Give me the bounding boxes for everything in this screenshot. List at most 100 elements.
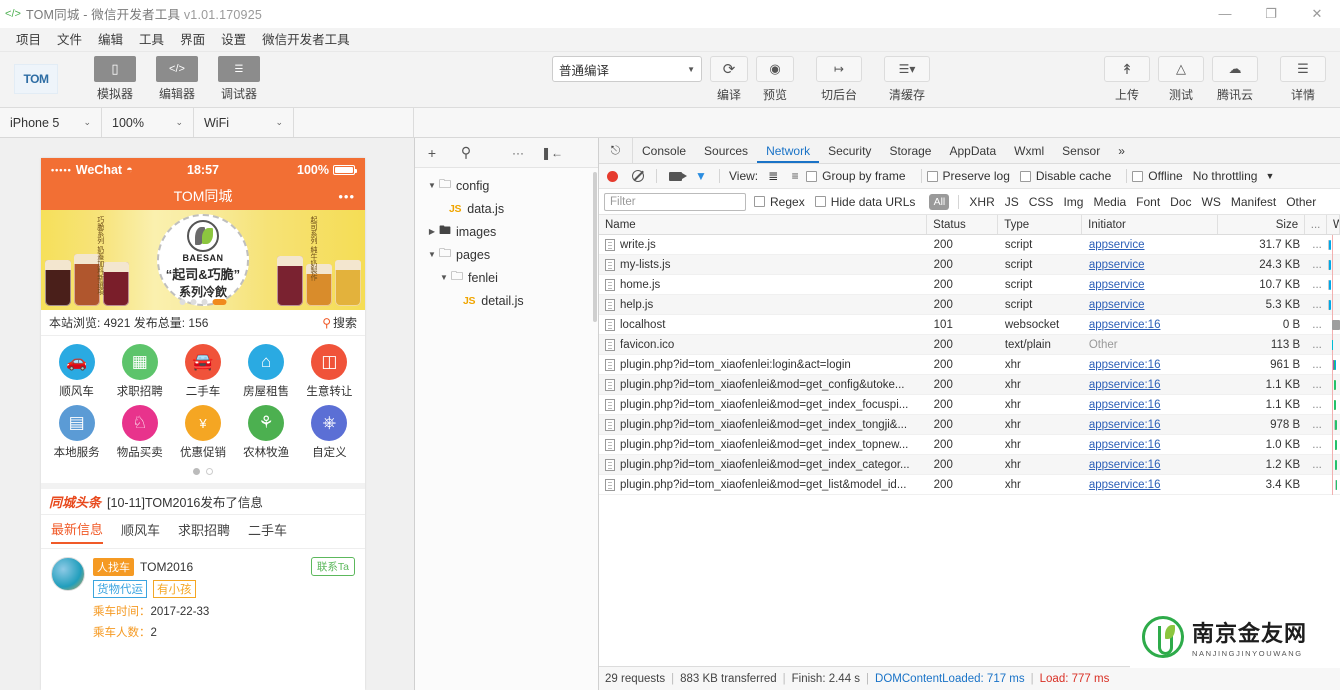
initiator-link[interactable]: appservice [1089,299,1145,311]
clear-cache-button[interactable]: ☰▾ 清缓存 [884,56,930,103]
debugger-toggle-button[interactable]: ☰ 调试器 [216,56,262,102]
simulator-toggle-button[interactable]: ▯ 模拟器 [92,56,138,102]
initiator-link[interactable]: appservice:16 [1089,419,1161,431]
initiator-link[interactable]: appservice:16 [1089,319,1161,331]
chevron-down-icon[interactable]: ▼ [437,273,451,282]
zoom-select[interactable]: 100% ⌄ [102,108,194,137]
filter-type-doc[interactable]: Doc [1165,195,1196,209]
maximize-icon[interactable]: ❐ [1248,0,1294,28]
initiator-link[interactable]: appservice:16 [1089,399,1161,411]
category-nonglinmuyu[interactable]: ⚘ 农林牧渔 [235,405,298,460]
table-row[interactable]: my-lists.js200scriptappservice24.3 KB... [599,255,1340,275]
table-row[interactable]: write.js200scriptappservice31.7 KB... [599,235,1340,255]
table-row[interactable]: plugin.php?id=tom_xiaofenlei&mod=get_con… [599,375,1340,395]
filter-type-css[interactable]: CSS [1024,195,1059,209]
chevron-down-icon[interactable]: ▼ [1265,171,1274,181]
throttling-select[interactable]: No throttling [1193,169,1258,183]
tab-shunfengche[interactable]: 顺风车 [121,520,160,543]
camera-icon[interactable] [662,172,688,181]
chevron-down-icon[interactable]: ▼ [425,181,439,190]
menu-item-interface[interactable]: 界面 [172,28,213,52]
menu-item-devtools[interactable]: 微信开发者工具 [254,28,358,52]
network-table-body[interactable]: write.js200scriptappservice31.7 KB...my-… [599,235,1340,666]
headline-bar[interactable]: 同城头条 [10-11]TOM2016发布了信息 [41,483,365,515]
preserve-log-checkbox[interactable] [927,171,938,182]
category-bendifuwu[interactable]: ▤ 本地服务 [45,405,108,460]
tree-node-data-js[interactable]: JS data.js [415,197,598,220]
table-row[interactable]: plugin.php?id=tom_xiaofenlei&mod=get_ind… [599,435,1340,455]
tree-node-detail-js[interactable]: JS detail.js [415,289,598,312]
clear-icon[interactable] [625,170,651,182]
menu-item-project[interactable]: 项目 [8,28,49,52]
initiator-link[interactable]: appservice:16 [1089,439,1161,451]
initiator-link[interactable]: appservice:16 [1089,479,1161,491]
tab-console[interactable]: Console [633,138,695,163]
initiator-link[interactable]: appservice [1089,279,1145,291]
column-header-size[interactable]: Size [1218,215,1305,234]
initiator-link[interactable]: appservice:16 [1089,379,1161,391]
category-wupinmaimai[interactable]: ♘ 物品买卖 [108,405,171,460]
close-icon[interactable]: ✕ [1294,0,1340,28]
table-row[interactable]: help.js200scriptappservice5.3 KB... [599,295,1340,315]
regex-checkbox[interactable] [754,196,765,207]
menu-item-tools[interactable]: 工具 [131,28,172,52]
category-shengyizhuanrang[interactable]: ◫ 生意转让 [298,344,361,399]
menu-item-file[interactable]: 文件 [49,28,90,52]
category-youhuicuxiao[interactable]: ¥ 优惠促销 [171,405,234,460]
tab-qiuzhizhaopin[interactable]: 求职招聘 [178,520,230,543]
contact-button[interactable]: 联系Ta [311,557,355,576]
tree-node-pages[interactable]: ▼ 🗀 pages [415,243,598,266]
tab-sources[interactable]: Sources [695,138,757,163]
preview-button[interactable]: ◉ 预览 [756,56,794,103]
filter-type-js[interactable]: JS [1000,195,1024,209]
tree-node-fenlei[interactable]: ▼ 🗀 fenlei [415,266,598,289]
table-row[interactable]: favicon.ico200text/plainOther113 B... [599,335,1340,355]
upload-button[interactable]: ↟ 上传 [1104,56,1150,103]
table-row[interactable]: localhost101websocketappservice:160 B... [599,315,1340,335]
record-button[interactable] [599,171,625,182]
category-qiuzhizhaopin[interactable]: ▦ 求职招聘 [108,344,171,399]
filter-type-other[interactable]: Other [1281,195,1321,209]
tab-ershouche[interactable]: 二手车 [248,520,287,543]
column-header-name[interactable]: Name [599,215,927,234]
table-row[interactable]: home.js200scriptappservice10.7 KB... [599,275,1340,295]
chevron-down-icon[interactable]: ▼ [425,250,439,259]
chevron-right-icon[interactable]: ▶ [425,227,439,236]
more-icon[interactable]: ••• [338,189,355,204]
table-row[interactable]: plugin.php?id=tom_xiaofenlei:login&act=l… [599,355,1340,375]
plus-icon[interactable]: + [415,145,449,161]
column-header-status[interactable]: Status [927,215,998,234]
category-zidingyi[interactable]: ⎈ 自定义 [298,405,361,460]
details-button[interactable]: ☰ 详情 [1280,56,1326,103]
device-select[interactable]: iPhone 5 ⌄ [0,108,102,137]
menu-item-edit[interactable]: 编辑 [90,28,131,52]
compile-button[interactable]: ⟳ 编译 [710,56,748,103]
tab-appdata[interactable]: AppData [940,138,1005,163]
tab-wxml[interactable]: Wxml [1005,138,1053,163]
minimize-icon[interactable]: — [1202,0,1248,28]
editor-toggle-button[interactable]: </> 编辑器 [154,56,200,102]
table-row[interactable]: plugin.php?id=tom_xiaofenlei&mod=get_ind… [599,395,1340,415]
tab-storage[interactable]: Storage [880,138,940,163]
filter-type-img[interactable]: Img [1058,195,1088,209]
filter-type-media[interactable]: Media [1088,195,1131,209]
tab-network[interactable]: Network [757,138,819,163]
search-icon[interactable]: ⚲ [449,144,483,161]
filter-type-manifest[interactable]: Manifest [1226,195,1281,209]
column-header-overflow[interactable]: ... [1305,215,1327,234]
tencent-cloud-button[interactable]: ☁ 腾讯云 [1212,56,1258,103]
category-fangwuzushou[interactable]: ⌂ 房屋租售 [235,344,298,399]
disable-cache-checkbox[interactable] [1020,171,1031,182]
collapse-panel-icon[interactable]: ❚← [535,146,569,160]
waterfall-view-icon[interactable]: ≡ [784,169,806,183]
hide-data-urls-checkbox[interactable] [815,196,826,207]
column-header-waterfall[interactable]: Waterfall 2.00 s [1327,215,1340,234]
initiator-link[interactable]: appservice:16 [1089,359,1161,371]
column-header-initiator[interactable]: Initiator [1082,215,1218,234]
table-row[interactable]: plugin.php?id=tom_xiaofenlei&mod=get_lis… [599,475,1340,495]
network-select[interactable]: WiFi ⌄ [194,108,294,137]
column-header-type[interactable]: Type [998,215,1082,234]
filter-type-all[interactable]: All [929,194,949,210]
tree-node-images[interactable]: ▶ 🖿 images [415,220,598,243]
table-row[interactable]: plugin.php?id=tom_xiaofenlei&mod=get_ind… [599,415,1340,435]
